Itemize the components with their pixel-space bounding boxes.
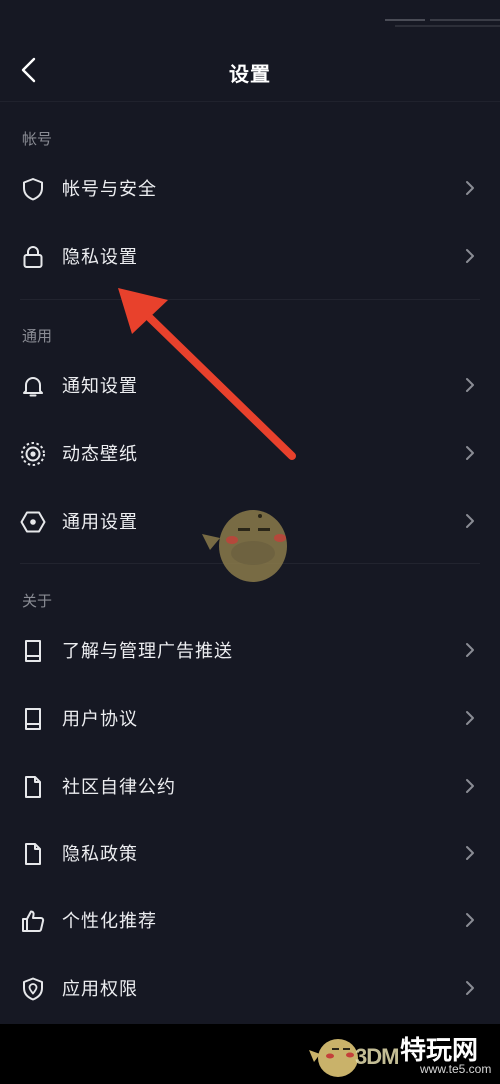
- settings-item-label: 了解与管理广告推送: [62, 641, 233, 662]
- book-icon: [25, 708, 41, 730]
- chevron-right-icon: [466, 514, 474, 528]
- watermark-3dm: 3DM: [355, 1044, 399, 1069]
- section-title-about: 关于: [22, 592, 53, 610]
- settings-item-notifications[interactable]: 通知设置: [0, 355, 500, 415]
- section-title-account: 帐号: [22, 130, 53, 148]
- settings-item-user-agreement[interactable]: 用户协议: [0, 688, 500, 748]
- chevron-right-icon: [466, 446, 474, 460]
- settings-item-label: 用户协议: [62, 709, 138, 730]
- chevron-right-icon: [466, 846, 474, 860]
- live-wallpaper-icon: [21, 442, 45, 466]
- chevron-right-icon: [466, 181, 474, 195]
- top-nav-bar: 设置: [0, 40, 500, 102]
- chevron-right-icon: [466, 779, 474, 793]
- shield-icon: [23, 178, 43, 201]
- watermark-url: www.te5.com: [420, 1062, 492, 1076]
- document-icon: [25, 776, 41, 798]
- settings-item-general[interactable]: 通用设置: [0, 491, 500, 551]
- chevron-right-icon: [466, 981, 474, 995]
- settings-item-label: 社区自律公约: [62, 777, 176, 798]
- section-title-general: 通用: [22, 327, 53, 345]
- chevron-right-icon: [466, 711, 474, 725]
- chevron-right-icon: [466, 249, 474, 263]
- settings-item-ad-management[interactable]: 了解与管理广告推送: [0, 620, 500, 680]
- section-divider: [20, 563, 480, 564]
- settings-item-label: 通知设置: [62, 376, 138, 397]
- settings-item-live-wallpaper[interactable]: 动态壁纸: [0, 423, 500, 483]
- hexagon-settings-icon: [20, 511, 46, 533]
- settings-item-label: 动态壁纸: [62, 444, 138, 465]
- chevron-right-icon: [466, 913, 474, 927]
- settings-item-label: 个性化推荐: [62, 911, 157, 932]
- settings-item-label: 隐私设置: [62, 247, 138, 268]
- settings-item-label: 帐号与安全: [62, 179, 157, 200]
- book-icon: [25, 640, 41, 662]
- settings-item-label: 隐私政策: [62, 844, 138, 865]
- chevron-right-icon: [466, 378, 474, 392]
- page-title: 设置: [229, 62, 271, 86]
- thumbs-up-icon: [22, 910, 45, 932]
- chevron-right-icon: [466, 643, 474, 657]
- section-divider: [20, 299, 480, 300]
- shield-location-icon: [23, 977, 43, 1001]
- settings-item-label: 通用设置: [62, 512, 138, 533]
- bell-icon: [23, 377, 43, 397]
- status-bar-indicator: [385, 19, 500, 27]
- settings-item-privacy-policy[interactable]: 隐私政策: [0, 823, 500, 883]
- settings-item-personalized-recommendation[interactable]: 个性化推荐: [0, 890, 500, 950]
- settings-item-privacy[interactable]: 隐私设置: [0, 226, 500, 286]
- document-icon: [25, 843, 41, 865]
- lock-icon: [23, 246, 43, 268]
- settings-item-account-security[interactable]: 帐号与安全: [0, 158, 500, 218]
- settings-item-app-permissions[interactable]: 应用权限: [0, 958, 500, 1018]
- settings-item-community-guidelines[interactable]: 社区自律公约: [0, 756, 500, 816]
- settings-item-label: 应用权限: [62, 979, 138, 1000]
